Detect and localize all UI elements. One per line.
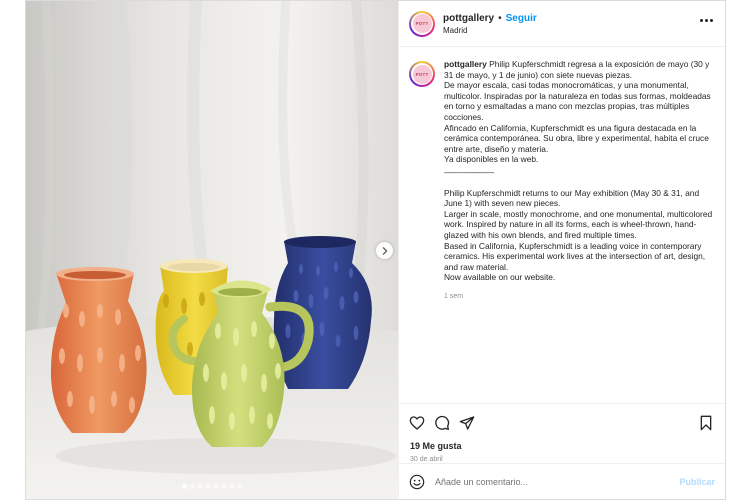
carousel-dot bbox=[229, 484, 235, 489]
next-slide-button[interactable] bbox=[376, 242, 393, 259]
caption-line: Ya disponibles en la web. bbox=[444, 154, 539, 165]
post-sidebar: POTT pottgallery • Seguir Madrid POTT po… bbox=[398, 1, 725, 499]
caption-username[interactable]: pottgallery bbox=[444, 59, 487, 69]
post-image[interactable] bbox=[26, 1, 398, 499]
separator-dot: • bbox=[498, 12, 502, 24]
avatar-logo: POTT bbox=[412, 14, 432, 33]
caption-line: De mayor escala, casi todas monocromátic… bbox=[444, 80, 711, 122]
carousel-dot bbox=[197, 484, 203, 489]
location-link[interactable]: Madrid bbox=[443, 26, 537, 35]
share-button[interactable] bbox=[459, 415, 475, 431]
carousel-dot bbox=[189, 484, 195, 489]
action-bar bbox=[399, 403, 725, 441]
avatar-logo: POTT bbox=[412, 64, 432, 84]
carousel-dot bbox=[237, 484, 243, 489]
carousel-dot bbox=[213, 484, 219, 489]
carousel-dot bbox=[221, 484, 227, 489]
caption-line: Philip Kupferschmidt returns to our May … bbox=[444, 187, 700, 209]
comment-bar: Publicar bbox=[399, 463, 725, 499]
comment-button[interactable] bbox=[434, 415, 450, 431]
caption-timestamp[interactable]: 1 sem bbox=[444, 292, 714, 303]
caption-line: Now available on our website. bbox=[444, 272, 556, 283]
more-options-button[interactable] bbox=[700, 19, 713, 22]
bookmark-icon bbox=[700, 415, 712, 431]
save-button[interactable] bbox=[699, 415, 713, 431]
ceramics-photo bbox=[26, 1, 398, 499]
caption-line: Larger in scale, mostly monochrome, and … bbox=[444, 208, 713, 240]
like-button[interactable] bbox=[409, 415, 425, 431]
carousel-dot bbox=[181, 484, 187, 489]
emoji-button[interactable] bbox=[409, 474, 425, 490]
username-link[interactable]: pottgallery bbox=[443, 13, 494, 24]
comment-input[interactable] bbox=[435, 476, 680, 487]
likes-count[interactable]: 19 Me gusta bbox=[399, 441, 725, 451]
follow-button[interactable]: Seguir bbox=[506, 13, 537, 24]
caption-divider: —————— bbox=[444, 166, 495, 177]
more-dots-icon bbox=[700, 19, 703, 22]
carousel-indicator bbox=[26, 484, 398, 489]
publish-button[interactable]: Publicar bbox=[679, 477, 715, 487]
caption-avatar[interactable]: POTT bbox=[409, 61, 435, 87]
caption-line: Afincado en California, Kupferschmidt es… bbox=[444, 122, 709, 154]
smiley-icon bbox=[409, 474, 425, 489]
avatar[interactable]: POTT bbox=[409, 10, 435, 37]
post-dialog: POTT pottgallery • Seguir Madrid POTT po… bbox=[25, 0, 726, 500]
comment-icon bbox=[435, 415, 450, 430]
caption-text: pottgallery Philip Kupferschmidt regresa… bbox=[444, 59, 714, 403]
caption-line: Based in California, Kupferschmidt is a … bbox=[444, 240, 706, 272]
share-icon bbox=[459, 415, 475, 430]
post-date: 30 de abril bbox=[410, 456, 443, 463]
carousel-dot bbox=[205, 484, 211, 489]
heart-icon bbox=[409, 415, 425, 430]
caption-section: POTT pottgallery Philip Kupferschmidt re… bbox=[399, 47, 725, 403]
post-header: POTT pottgallery • Seguir Madrid bbox=[399, 1, 725, 47]
chevron-right-icon bbox=[382, 246, 387, 255]
